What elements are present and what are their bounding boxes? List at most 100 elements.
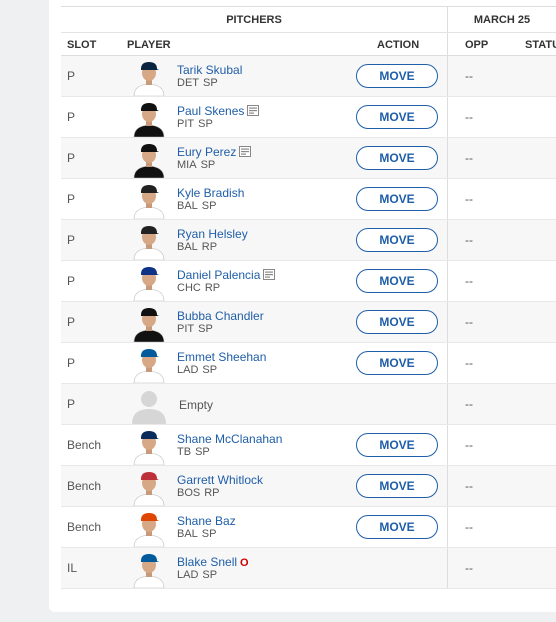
player-name-link[interactable]: Garrett Whitlock — [177, 473, 263, 487]
player-team: MIA — [177, 159, 197, 171]
table-row: Bench Shane McClanahan TB SP MOVE -- — [61, 425, 556, 466]
player-news-icon[interactable] — [247, 105, 260, 119]
player-position: SP — [198, 323, 213, 335]
table-row: P Daniel Palencia CHC RP MOVE -- — [61, 261, 556, 302]
move-button[interactable]: MOVE — [356, 474, 438, 498]
player-name-link[interactable]: Shane McClanahan — [177, 432, 282, 446]
player-headshot — [128, 305, 170, 342]
player-team: TB — [177, 446, 192, 458]
slot-label: Bench — [67, 438, 102, 452]
player-name-link[interactable]: Kyle Bradish — [177, 186, 244, 200]
player-headshot — [128, 469, 170, 506]
player-position: SP — [202, 364, 218, 376]
move-button[interactable]: MOVE — [356, 310, 438, 334]
section-title: PITCHERS — [226, 14, 282, 26]
player-headshot — [128, 387, 170, 424]
player-name-link[interactable]: Paul Skenes — [177, 104, 244, 118]
slot-label: Bench — [67, 520, 102, 534]
player-position: SP — [201, 528, 217, 540]
col-opp: OPP — [465, 39, 489, 51]
player-team: LAD — [177, 569, 199, 581]
player-team: DET — [177, 77, 199, 89]
player-news-icon[interactable] — [239, 146, 252, 160]
player-headshot — [128, 100, 170, 137]
slot-label: P — [67, 274, 76, 288]
table-body: P Tarik Skubal DET SP MOVE -- P Paul Skenes PIT S… — [61, 56, 556, 589]
player-position: SP — [201, 200, 217, 212]
player-headshot — [128, 551, 170, 588]
player-headshot — [128, 59, 170, 96]
slot-label: P — [67, 192, 76, 206]
opponent-value: -- — [465, 397, 473, 411]
player-headshot — [128, 182, 170, 219]
player-position: SP — [203, 77, 218, 89]
opponent-value: -- — [465, 233, 473, 247]
player-team: BOS — [177, 487, 201, 499]
table-row: P Eury Perez MIA SP MOVE -- — [61, 138, 556, 179]
table-row: P Emmet Sheehan LAD SP MOVE -- — [61, 343, 556, 384]
opponent-value: -- — [465, 561, 473, 575]
col-action: ACTION — [377, 39, 420, 51]
table-row: P Tarik Skubal DET SP MOVE -- — [61, 56, 556, 97]
player-headshot — [128, 346, 170, 383]
table-row: P Ryan Helsley BAL RP MOVE -- — [61, 220, 556, 261]
player-name-link[interactable]: Daniel Palencia — [177, 268, 260, 282]
injury-status-badge: O — [240, 557, 249, 569]
player-headshot — [128, 428, 170, 465]
opponent-value: -- — [465, 356, 473, 370]
player-position: RP — [204, 282, 221, 294]
move-button[interactable]: MOVE — [356, 64, 438, 88]
player-name-link[interactable]: Shane Baz — [177, 514, 236, 528]
col-slot[interactable]: SLOT — [67, 39, 96, 51]
slot-label: P — [67, 151, 76, 165]
player-position: RP — [204, 487, 220, 499]
opponent-value: -- — [465, 520, 473, 534]
opponent-value: -- — [465, 110, 473, 124]
move-button[interactable]: MOVE — [356, 515, 438, 539]
player-name-link[interactable]: Eury Perez — [177, 145, 236, 159]
table-row: Bench Garrett Whitlock BOS RP MOVE -- — [61, 466, 556, 507]
opponent-value: -- — [465, 151, 473, 165]
col-player[interactable]: PLAYER — [127, 39, 171, 51]
move-button[interactable]: MOVE — [356, 433, 438, 457]
table-row: P Paul Skenes PIT SP MOVE -- — [61, 97, 556, 138]
table-group-header: PITCHERS MARCH 25 — [61, 6, 556, 33]
player-headshot — [128, 141, 170, 178]
move-button[interactable]: MOVE — [356, 105, 438, 129]
slot-label: P — [67, 233, 76, 247]
opponent-value: -- — [465, 315, 473, 329]
player-name-link[interactable]: Ryan Helsley — [177, 227, 248, 241]
table-row: Bench Shane Baz BAL SP MOVE -- — [61, 507, 556, 548]
move-button[interactable]: MOVE — [356, 269, 438, 293]
player-team: PIT — [177, 323, 195, 335]
pitchers-table: PITCHERS MARCH 25 SLOT PLAYER ACTION OPP… — [61, 6, 556, 589]
move-button[interactable]: MOVE — [356, 146, 438, 170]
col-status: STATUS — [525, 39, 556, 51]
move-button[interactable]: MOVE — [356, 351, 438, 375]
player-name-link[interactable]: Blake Snell — [177, 555, 237, 569]
slot-label: P — [67, 356, 76, 370]
player-position: RP — [201, 241, 218, 253]
opponent-value: -- — [465, 192, 473, 206]
table-row: P Empty -- — [61, 384, 556, 425]
player-headshot — [128, 223, 170, 260]
player-team: BAL — [177, 528, 198, 540]
table-row: IL Blake Snell O LAD SP -- — [61, 548, 556, 589]
date-header: MARCH 25 — [473, 14, 531, 26]
player-news-icon[interactable] — [263, 269, 276, 283]
player-name-link[interactable]: Bubba Chandler — [177, 309, 264, 323]
table-row: P Kyle Bradish BAL SP MOVE -- — [61, 179, 556, 220]
slot-label: P — [67, 69, 76, 83]
opponent-value: -- — [465, 69, 473, 83]
opponent-value: -- — [465, 479, 473, 493]
player-name-link[interactable]: Emmet Sheehan — [177, 350, 266, 364]
player-name-link[interactable]: Tarik Skubal — [177, 63, 242, 77]
player-team: CHC — [177, 282, 201, 294]
player-headshot — [128, 510, 170, 547]
slot-label: P — [67, 315, 76, 329]
table-column-header: SLOT PLAYER ACTION OPP STATUS — [61, 33, 556, 56]
player-position: SP — [200, 159, 216, 171]
opponent-value: -- — [465, 438, 473, 452]
move-button[interactable]: MOVE — [356, 187, 438, 211]
move-button[interactable]: MOVE — [356, 228, 438, 252]
